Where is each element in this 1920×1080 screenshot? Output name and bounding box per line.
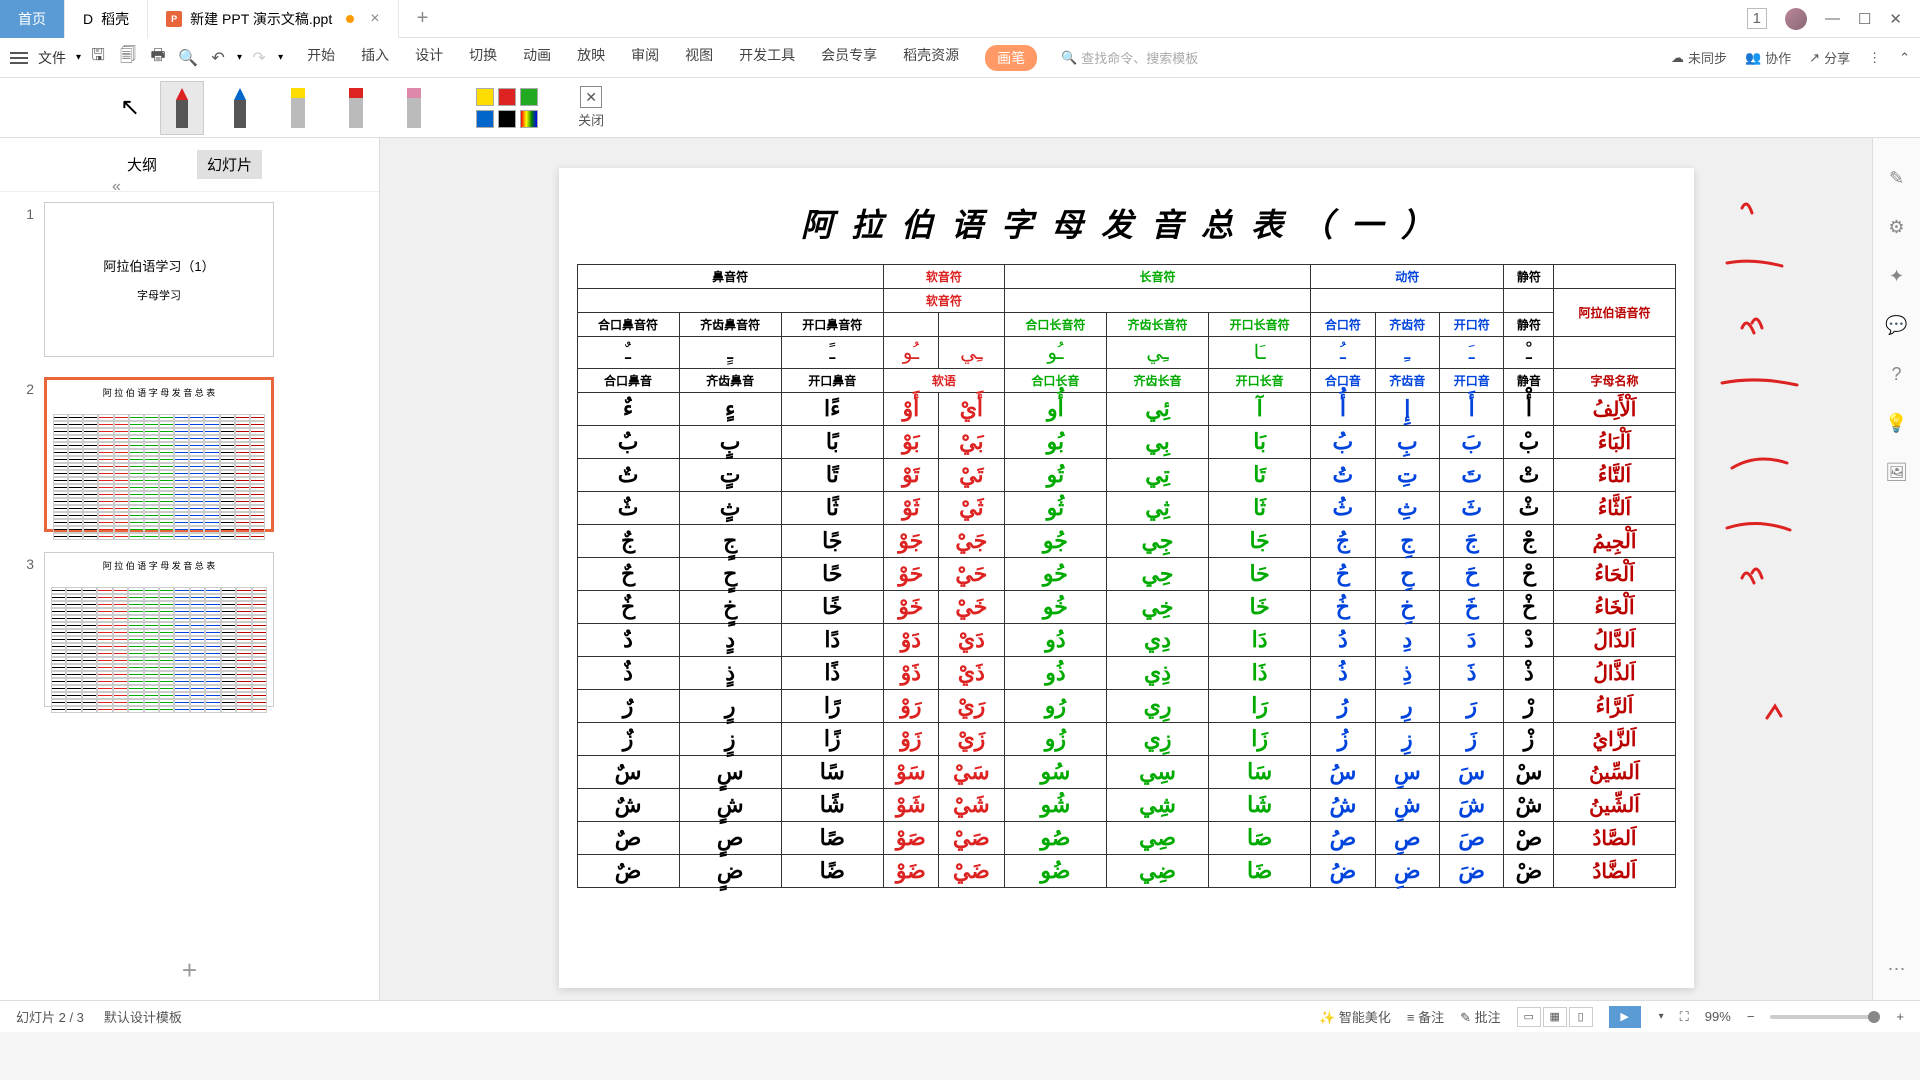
close-icon: ✕ [580, 86, 602, 108]
color-swatch[interactable] [520, 88, 538, 106]
status-bar: 幻灯片 2 / 3 默认设计模板 ✨ 智能美化 ≡ 备注 ✎ 批注 ▭ ▦ ▯ … [0, 1000, 1920, 1032]
ribbon-tab[interactable]: 切换 [469, 45, 497, 71]
hl-tool[interactable] [334, 81, 378, 135]
slide-title: 阿拉伯语字母发音总表（一） [577, 186, 1676, 264]
ribbon-tab-pen[interactable]: 画笔 [985, 45, 1037, 71]
hl-tool[interactable] [392, 81, 436, 135]
tab-home[interactable]: 首页 [0, 0, 65, 38]
right-rail: ✎ ⚙ ✦ 💬 ? 💡 🖼 ⋯ [1872, 138, 1920, 1000]
ribbon: 文件▾ 🖫 🗐 🖶 🔍 ↶▾ ↷▾ 开始 插入 设计 切换 动画 放映 审阅 视… [0, 38, 1920, 78]
rail-image-icon[interactable]: 🖼 [1885, 462, 1908, 483]
ribbon-tab[interactable]: 审阅 [631, 45, 659, 71]
rail-chat-icon[interactable]: 💬 [1885, 315, 1907, 336]
save-as-icon[interactable]: 🗐 [118, 48, 138, 68]
add-slide-button[interactable]: + [0, 941, 379, 1000]
undo-icon[interactable]: ↶ [208, 48, 228, 68]
user-avatar[interactable] [1785, 8, 1807, 30]
ribbon-tab[interactable]: 视图 [685, 45, 713, 71]
color-swatch[interactable] [476, 88, 494, 106]
ribbon-tab[interactable]: 会员专享 [821, 45, 877, 71]
comments-button[interactable]: ✎ 批注 [1460, 1007, 1501, 1026]
file-menu[interactable]: 文件 [38, 48, 66, 68]
ribbon-tab[interactable]: 插入 [361, 45, 389, 71]
pen-toolbar: ↖ ✕ 关闭 [0, 78, 1920, 138]
tab-outline[interactable]: 大纲 [117, 150, 167, 179]
tab-current-file[interactable]: P 新建 PPT 演示文稿.ppt × [148, 0, 398, 38]
ribbon-tabs: 开始 插入 设计 切换 动画 放映 审阅 视图 开发工具 会员专享 稻壳资源 画… [307, 45, 1037, 71]
zoom-in[interactable]: + [1896, 1009, 1904, 1024]
collapse-ribbon-icon[interactable]: ⌃ [1899, 50, 1910, 66]
tab-close-icon[interactable]: × [370, 10, 379, 28]
rail-help-icon[interactable]: ? [1891, 364, 1901, 385]
pen-tool[interactable] [160, 81, 204, 135]
ink-annotations [1712, 188, 1812, 888]
search-icon: 🔍 [1061, 50, 1077, 66]
rail-star-icon[interactable]: ✦ [1889, 266, 1904, 287]
rail-settings-icon[interactable]: ⚙ [1888, 217, 1904, 238]
ribbon-tab[interactable]: 开发工具 [739, 45, 795, 71]
print-icon[interactable]: 🖶 [148, 48, 168, 68]
collapse-panel-icon[interactable]: « [112, 178, 121, 196]
notes-button[interactable]: ≡ 备注 [1407, 1007, 1444, 1026]
zoom-slider[interactable] [1770, 1015, 1880, 1019]
win-close-icon[interactable]: ✕ [1889, 10, 1902, 28]
play-button[interactable]: ▶ [1609, 1006, 1641, 1028]
ribbon-tab[interactable]: 稻壳资源 [903, 45, 959, 71]
tab-new[interactable]: + [399, 0, 447, 38]
slide-panel: « 大纲 幻灯片 1阿拉伯语学习（1）字母学习2阿 拉 伯 语 字 母 发 音 … [0, 138, 380, 1000]
hl-tool[interactable] [276, 81, 320, 135]
ribbon-tab[interactable]: 放映 [577, 45, 605, 71]
view-sorter[interactable]: ▦ [1543, 1007, 1567, 1027]
template-name[interactable]: 默认设计模板 [104, 1007, 182, 1026]
ppt-icon: P [166, 11, 182, 27]
color-swatch[interactable] [498, 110, 516, 128]
canvas[interactable]: 阿拉伯语字母发音总表（一） 鼻音符软音符长音符动符静符软音符阿拉伯语音符合口鼻音… [380, 138, 1872, 1000]
sync-status[interactable]: ☁ 未同步 [1671, 48, 1727, 67]
ribbon-tab[interactable]: 动画 [523, 45, 551, 71]
view-normal[interactable]: ▭ [1517, 1007, 1541, 1027]
color-swatch[interactable] [520, 110, 538, 128]
share-button[interactable]: ↗ 分享 [1809, 48, 1850, 67]
arabic-phonetic-table: 鼻音符软音符长音符动符静符软音符阿拉伯语音符合口鼻音符齐齿鼻音符开口鼻音符合口长… [577, 264, 1676, 888]
ribbon-tab[interactable]: 设计 [415, 45, 443, 71]
view-mode-buttons: ▭ ▦ ▯ [1517, 1007, 1593, 1027]
color-swatch[interactable] [476, 110, 494, 128]
slide-thumbnail[interactable]: 阿 拉 伯 语 字 母 发 音 总 表 [44, 552, 274, 707]
beautify-button[interactable]: ✨ 智能美化 [1319, 1007, 1391, 1026]
more-icon[interactable]: ⋮ [1868, 50, 1881, 66]
title-bar: 首页 D稻壳 P 新建 PPT 演示文稿.ppt × + 1 — ☐ ✕ [0, 0, 1920, 38]
close-pen-button[interactable]: ✕ 关闭 [578, 86, 604, 129]
cursor-tool[interactable]: ↖ [120, 93, 140, 122]
pen-tool[interactable] [218, 81, 262, 135]
preview-icon[interactable]: 🔍 [178, 48, 198, 68]
color-palette [476, 88, 538, 128]
rail-design-icon[interactable]: ✎ [1889, 168, 1904, 189]
menu-icon[interactable] [10, 52, 28, 64]
save-icon[interactable]: 🖫 [88, 48, 108, 68]
zoom-out[interactable]: − [1747, 1009, 1755, 1024]
notif-badge[interactable]: 1 [1747, 8, 1767, 29]
win-min-icon[interactable]: — [1825, 10, 1840, 27]
fit-icon[interactable]: ⛶ [1680, 1009, 1689, 1025]
color-swatch[interactable] [498, 88, 516, 106]
ribbon-tab[interactable]: 开始 [307, 45, 335, 71]
win-max-icon[interactable]: ☐ [1858, 10, 1871, 28]
search-box[interactable]: 🔍 查找命令、搜索模板 [1061, 48, 1198, 67]
docer-icon: D [83, 11, 93, 27]
slide-content: 阿拉伯语字母发音总表（一） 鼻音符软音符长音符动符静符软音符阿拉伯语音符合口鼻音… [559, 168, 1694, 988]
slide-thumbnail[interactable]: 阿拉伯语学习（1）字母学习 [44, 202, 274, 357]
slide-position: 幻灯片 2 / 3 [16, 1007, 84, 1026]
slide-thumbnail[interactable]: 阿 拉 伯 语 字 母 发 音 总 表 [44, 377, 274, 532]
collab-button[interactable]: 👥 协作 [1745, 48, 1791, 67]
rail-more-icon[interactable]: ⋯ [1888, 959, 1906, 980]
rail-bulb-icon[interactable]: 💡 [1885, 413, 1907, 434]
view-reading[interactable]: ▯ [1569, 1007, 1593, 1027]
redo-icon[interactable]: ↷ [249, 48, 269, 68]
unsaved-dot-icon [346, 15, 354, 23]
tab-slides[interactable]: 幻灯片 [197, 150, 262, 179]
tab-docer[interactable]: D稻壳 [65, 0, 148, 38]
main-area: « 大纲 幻灯片 1阿拉伯语学习（1）字母学习2阿 拉 伯 语 字 母 发 音 … [0, 138, 1920, 1000]
zoom-value[interactable]: 99% [1705, 1009, 1731, 1024]
